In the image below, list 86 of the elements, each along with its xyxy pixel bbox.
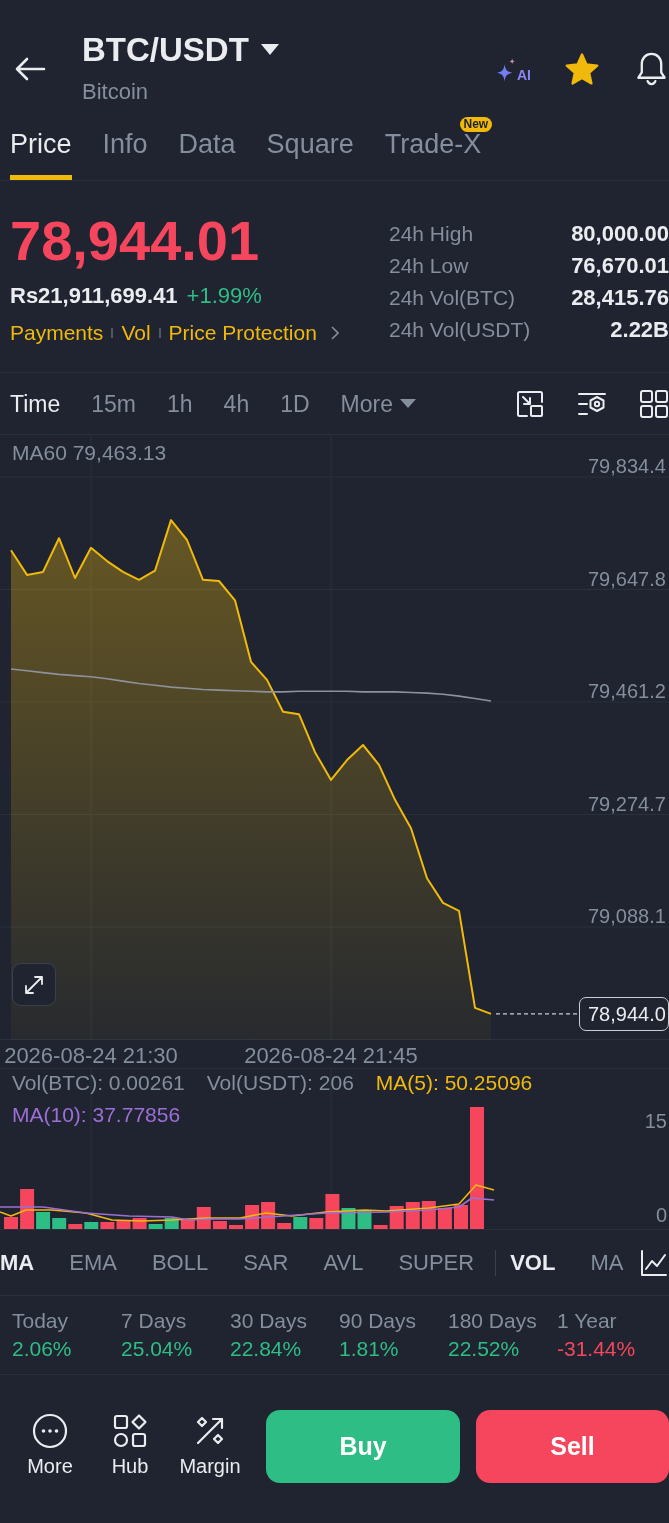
stat-value: 76,670.01 bbox=[571, 253, 669, 279]
price-axis-label: 79,274.7 bbox=[588, 792, 666, 815]
volume-bar bbox=[4, 1217, 18, 1229]
interval-tab[interactable]: 4h bbox=[223, 389, 250, 418]
interval-tab[interactable]: More bbox=[340, 389, 416, 418]
volume-bar bbox=[454, 1205, 468, 1229]
indicator-tab[interactable]: VOL bbox=[510, 1248, 556, 1277]
stat-value: 80,000.00 bbox=[571, 221, 669, 247]
volume-bar bbox=[437, 1208, 452, 1229]
ai-assistant-button[interactable]: AI bbox=[497, 56, 531, 82]
tab[interactable]: Data bbox=[178, 110, 236, 180]
period-change: -31.44% bbox=[557, 1336, 636, 1362]
info-link[interactable]: Payments bbox=[10, 320, 104, 346]
indicator-tab[interactable]: BOLL bbox=[151, 1248, 209, 1277]
ma-legend: MA60 79,463.13 bbox=[12, 441, 167, 465]
period-label: 30 Days bbox=[230, 1308, 308, 1334]
period-change: 2.06% bbox=[12, 1336, 72, 1362]
info-link[interactable]: Vol bbox=[121, 320, 151, 346]
chevron-right-icon[interactable] bbox=[330, 326, 339, 340]
time-axis-label: 2026-08-24 21:45 bbox=[244, 1042, 418, 1068]
buy-button[interactable]: Buy bbox=[266, 1410, 460, 1483]
interval-tab[interactable]: 1D bbox=[280, 389, 310, 418]
volume-bar bbox=[229, 1225, 243, 1229]
volume-legend: Vol(USDT): 206 bbox=[206, 1071, 354, 1095]
indicator-tab[interactable]: EMA bbox=[69, 1248, 117, 1277]
sell-button[interactable]: Sell bbox=[476, 1410, 669, 1483]
period-label: 180 Days bbox=[448, 1308, 537, 1334]
pair-title[interactable]: BTC/USDT bbox=[82, 29, 249, 70]
period-change: 22.52% bbox=[448, 1336, 520, 1362]
stat-label: 24h High bbox=[389, 222, 474, 246]
indicator-tab[interactable]: MA bbox=[590, 1248, 624, 1277]
stat-label: 24h Vol(USDT) bbox=[389, 318, 531, 342]
stat-value: 2.22B bbox=[610, 317, 669, 343]
info-link[interactable]: Price Protection bbox=[168, 320, 317, 346]
interval-tab[interactable]: 1h bbox=[167, 389, 193, 418]
last-price-tag: 78,944.0 bbox=[579, 996, 669, 1031]
time-axis-label: 2026-08-24 21:30 bbox=[4, 1042, 178, 1068]
tab[interactable]: Price bbox=[10, 110, 72, 180]
sparkle-icon bbox=[497, 58, 516, 82]
period-change: 1.81% bbox=[339, 1336, 399, 1362]
action-button[interactable]: Hub bbox=[90, 1410, 170, 1483]
caret-icon bbox=[400, 399, 416, 408]
price-axis-label: 79,647.8 bbox=[588, 567, 666, 590]
tab[interactable]: Square bbox=[266, 110, 354, 180]
interval-tab[interactable]: Time bbox=[10, 389, 61, 418]
price-axis-label: 79,461.2 bbox=[588, 680, 666, 702]
grid-icon[interactable] bbox=[639, 388, 669, 419]
expand-icon[interactable] bbox=[12, 963, 56, 1006]
interval-tab[interactable]: 15m bbox=[91, 389, 136, 418]
period-change: 22.84% bbox=[230, 1336, 302, 1362]
price-change: +1.99% bbox=[186, 282, 262, 310]
period-label: 90 Days bbox=[339, 1308, 417, 1334]
action-button[interactable]: More bbox=[10, 1410, 90, 1483]
last-price: 78,944.01 bbox=[10, 211, 260, 271]
period-label: 7 Days bbox=[121, 1308, 187, 1334]
price-axis-label: 79,834.4 bbox=[588, 455, 666, 477]
caret-icon[interactable] bbox=[260, 44, 279, 55]
star-icon[interactable] bbox=[564, 52, 600, 86]
indicator-tab[interactable]: AVL bbox=[323, 1248, 364, 1277]
period-label: 1 Year bbox=[557, 1308, 617, 1334]
volume-legend: Vol(BTC): 0.00261 bbox=[12, 1071, 185, 1095]
stat-label: 24h Vol(BTC) bbox=[389, 286, 516, 310]
indicator-tab[interactable]: MA bbox=[0, 1248, 35, 1277]
indicator-tab[interactable]: SAR bbox=[243, 1248, 289, 1277]
period-label: Today bbox=[12, 1308, 69, 1334]
price-axis-label: 79,088.1 bbox=[588, 905, 666, 927]
new-badge: New bbox=[459, 117, 493, 132]
coin-name: Bitcoin bbox=[82, 78, 149, 105]
volume-legend: MA(10): 37.77856 bbox=[12, 1103, 181, 1127]
stat-value: 28,415.76 bbox=[571, 285, 669, 311]
ellipsis-icon bbox=[32, 1413, 68, 1449]
action-button[interactable]: Margin bbox=[170, 1410, 250, 1483]
picture-in-picture-icon[interactable] bbox=[515, 388, 545, 419]
volume-bar bbox=[116, 1220, 131, 1229]
tab[interactable]: Info bbox=[102, 110, 148, 180]
volume-legend: MA(5): 50.25096 bbox=[375, 1071, 533, 1095]
period-change: 25.04% bbox=[121, 1336, 193, 1362]
back-arrow-icon[interactable] bbox=[14, 57, 46, 81]
shapes-icon bbox=[112, 1413, 148, 1449]
volume-axis-label: 0 bbox=[655, 1204, 667, 1226]
indicator-tab[interactable]: SUPER bbox=[398, 1248, 475, 1277]
volume-axis-label: 15 bbox=[644, 1110, 667, 1132]
line-chart-icon[interactable] bbox=[639, 1247, 669, 1278]
stat-label: 24h Low bbox=[389, 254, 469, 278]
fiat-price: Rs21,911,699.41 bbox=[10, 282, 178, 310]
notification-bell-icon[interactable] bbox=[635, 51, 668, 87]
